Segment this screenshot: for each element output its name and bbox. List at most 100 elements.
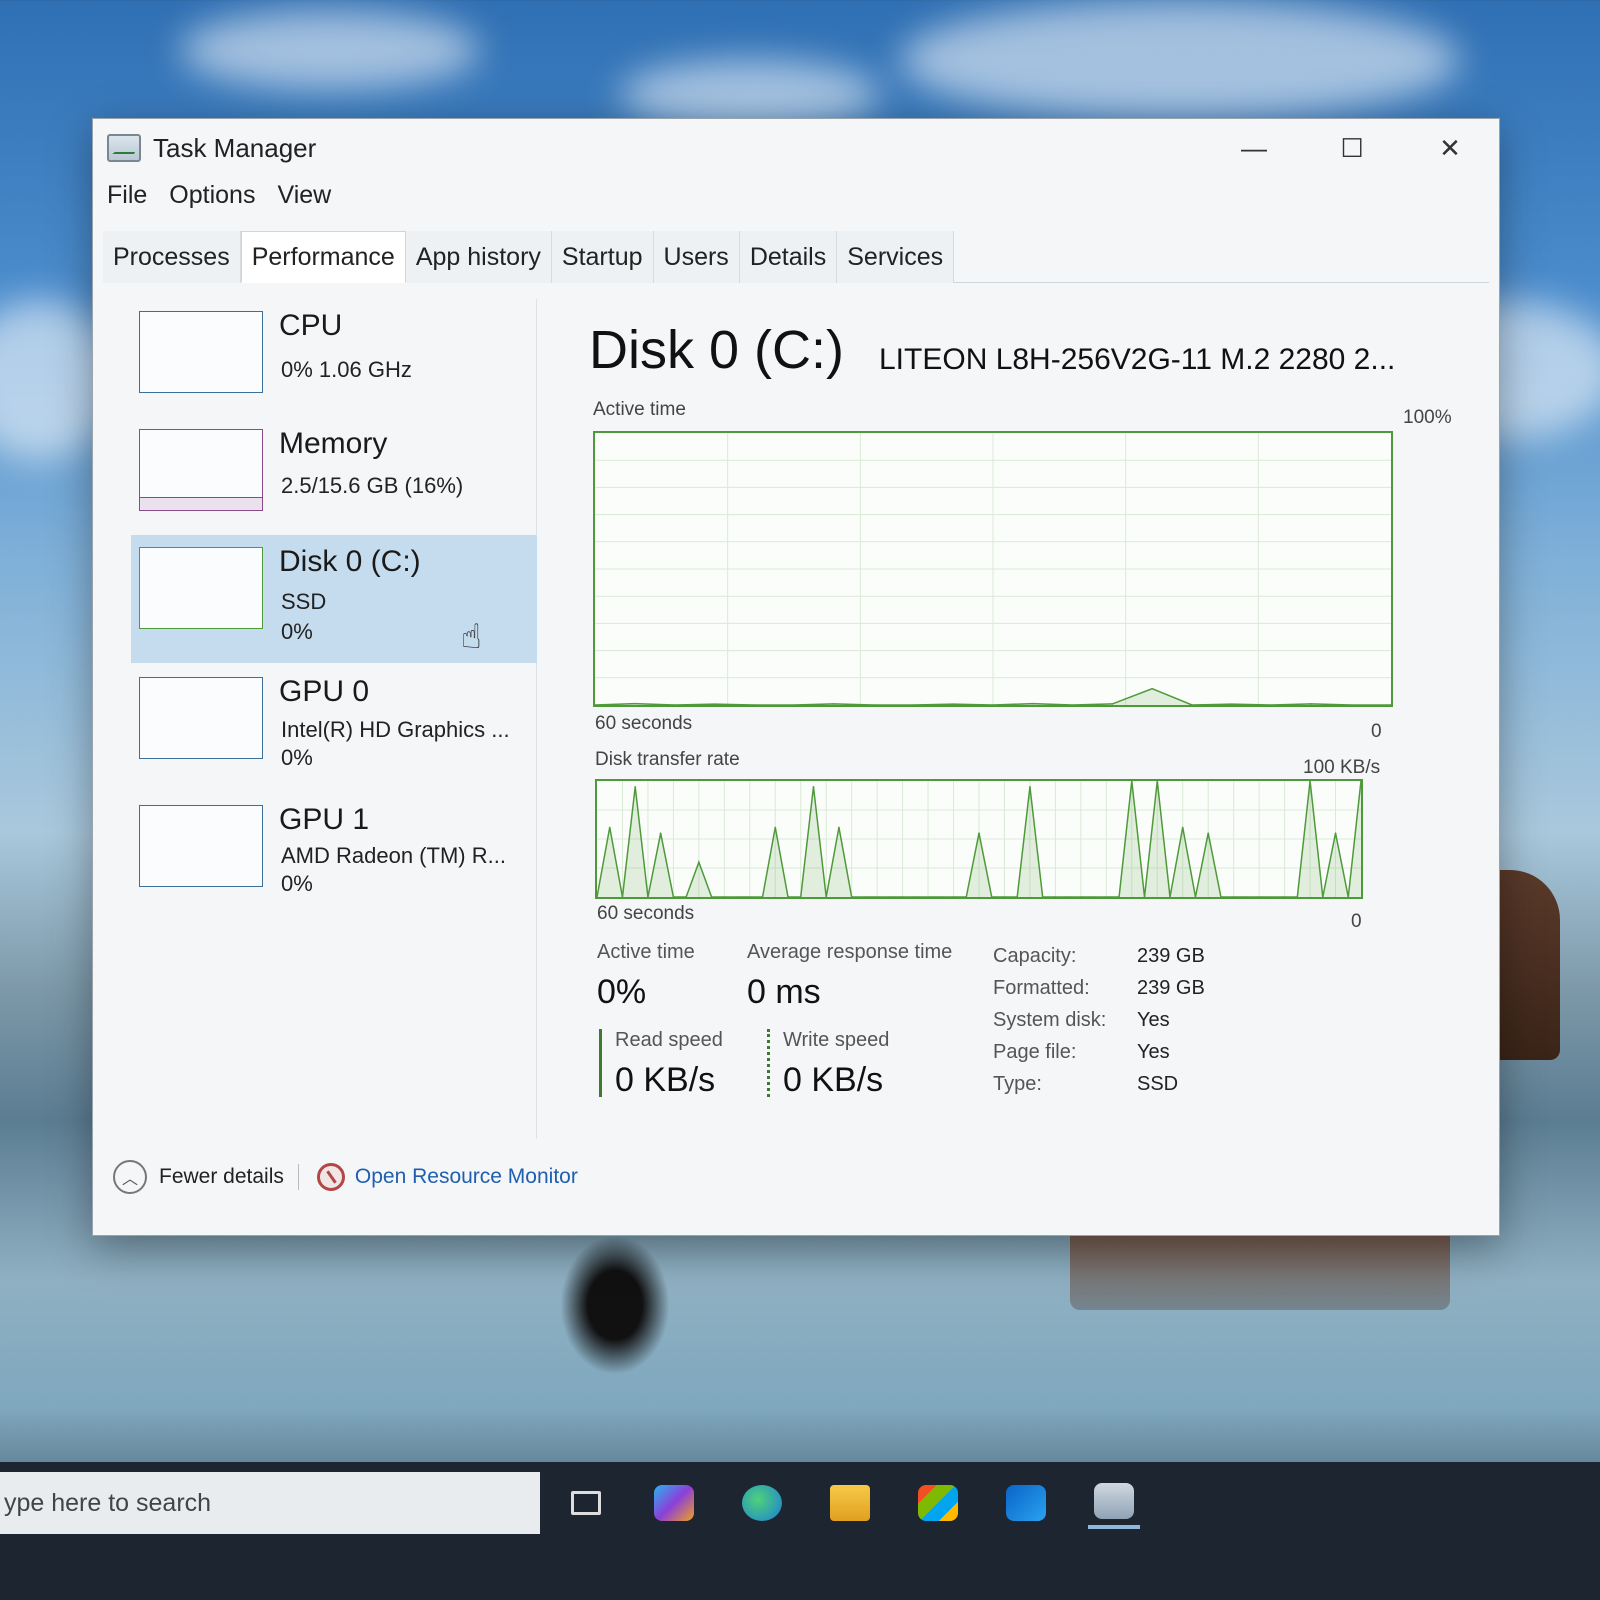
data-point <box>1231 703 1233 705</box>
transfer-rate-chart-max: 100 KB/s <box>1303 757 1381 778</box>
active-time-stat-label: Active time <box>597 941 695 963</box>
fewer-details-link[interactable]: Fewer details <box>159 1165 284 1189</box>
store-icon[interactable] <box>912 1477 964 1529</box>
maximize-button[interactable]: ☐ <box>1303 119 1401 177</box>
search-placeholder: ype here to search <box>4 1488 212 1517</box>
task-manager-icon <box>107 134 141 162</box>
formatted-key: Formatted: <box>993 977 1090 999</box>
tab-users[interactable]: Users <box>653 231 740 283</box>
sidebar-item-label: GPU 0 <box>279 675 370 708</box>
disk-detail-panel: Disk 0 (C:) LITEON L8H-256V2G-11 M.2 228… <box>563 299 1483 1179</box>
sidebar-item-memory[interactable]: Memory 2.5/15.6 GB (16%) <box>131 417 537 545</box>
task-manager-icon[interactable] <box>1088 1477 1140 1529</box>
taskbar-search-box[interactable]: ype here to search <box>0 1472 540 1534</box>
disk-mini-graph <box>139 547 263 629</box>
cpu-mini-graph <box>139 311 263 393</box>
sidebar-item-detail: Intel(R) HD Graphics ... <box>281 717 510 742</box>
hand-cursor-icon: ☝ <box>461 618 482 656</box>
sidebar-item-label: Disk 0 (C:) <box>279 545 421 578</box>
close-button[interactable]: ✕ <box>1401 119 1499 177</box>
resource-monitor-icon[interactable] <box>316 1163 345 1191</box>
tab-strip: Processes Performance App history Startu… <box>103 231 1489 283</box>
read-speed-value: 0 KB/s <box>615 1061 716 1099</box>
window-title: Task Manager <box>153 132 317 163</box>
tab-performance[interactable]: Performance <box>240 231 406 283</box>
copilot-icon[interactable] <box>648 1477 700 1529</box>
data-point <box>1151 687 1153 690</box>
data-point <box>1029 786 1031 788</box>
title-bar: Task Manager — ☐ ✕ <box>93 119 1499 177</box>
chevron-up-icon[interactable]: ︿ <box>113 1160 147 1194</box>
tab-services[interactable]: Services <box>837 231 955 283</box>
minimize-button[interactable]: — <box>1205 119 1303 177</box>
active-time-chart-min: 0 <box>1371 721 1382 742</box>
tab-processes[interactable]: Processes <box>103 231 241 283</box>
menu-view[interactable]: View <box>277 181 331 221</box>
data-point <box>838 826 840 829</box>
data-point <box>1032 702 1034 705</box>
tab-app-history[interactable]: App history <box>405 231 552 283</box>
data-point <box>774 826 777 829</box>
footer-bar: ︿ Fewer details Open Resource Monitor <box>113 1155 578 1199</box>
read-speed-legend-line <box>599 1029 602 1097</box>
sidebar-item-disk[interactable]: Disk 0 (C:) SSD 0% ☝ <box>131 535 537 663</box>
data-point <box>659 832 662 834</box>
outlook-icon[interactable] <box>1000 1477 1052 1529</box>
write-speed-legend-line <box>767 1029 770 1097</box>
data-point <box>1334 832 1337 834</box>
taskbar-icons <box>560 1472 1140 1534</box>
formatted-value: 239 GB <box>1137 977 1205 999</box>
sidebar-item-label: Memory <box>279 427 388 460</box>
menu-options[interactable]: Options <box>169 181 255 221</box>
active-time-chart-max: 100% <box>1403 407 1452 428</box>
performance-sidebar: CPU 0% 1.06 GHz Memory 2.5/15.6 GB (16%)… <box>125 299 537 1139</box>
gpu0-mini-graph <box>139 677 263 759</box>
tab-startup[interactable]: Startup <box>551 231 654 283</box>
task-manager-window: Task Manager — ☐ ✕ File Options View Pro… <box>92 118 1500 1236</box>
edge-icon[interactable] <box>736 1477 788 1529</box>
sidebar-item-gpu1[interactable]: GPU 1 AMD Radeon (TM) R... 0% <box>131 793 537 921</box>
data-point <box>1310 703 1313 705</box>
memory-mini-graph <box>139 429 263 511</box>
page-file-value: Yes <box>1137 1041 1170 1063</box>
gpu1-mini-graph <box>139 805 263 887</box>
disk-model: LITEON L8H-256V2G-11 M.2 2280 2... <box>879 343 1396 376</box>
data-point <box>713 703 716 705</box>
transfer-rate-chart-min: 0 <box>1351 911 1362 932</box>
data-point <box>1181 826 1184 829</box>
menu-file[interactable]: File <box>107 181 147 221</box>
menu-bar: File Options View <box>107 181 331 221</box>
sky-cloud <box>180 10 480 90</box>
write-speed-value: 0 KB/s <box>783 1061 884 1099</box>
file-explorer-icon[interactable] <box>824 1477 876 1529</box>
system-disk-value: Yes <box>1137 1009 1170 1031</box>
active-time-chart-xlabel: 60 seconds <box>595 713 693 734</box>
sidebar-item-detail: 0% 1.06 GHz <box>281 357 412 382</box>
type-key: Type: <box>993 1073 1042 1095</box>
sidebar-item-detail: 2.5/15.6 GB (16%) <box>281 473 464 498</box>
data-point <box>698 861 700 863</box>
capacity-key: Capacity: <box>993 945 1077 967</box>
sidebar-item-detail: 0% <box>281 619 313 644</box>
sidebar-item-detail: AMD Radeon (TM) R... <box>281 843 506 868</box>
sidebar-item-gpu0[interactable]: GPU 0 Intel(R) HD Graphics ... 0% <box>131 665 537 793</box>
tab-details[interactable]: Details <box>739 231 838 283</box>
sidebar-item-label: GPU 1 <box>279 803 370 836</box>
transfer-rate-chart-label: Disk transfer rate <box>595 749 740 770</box>
open-resource-monitor-link[interactable]: Open Resource Monitor <box>355 1165 578 1189</box>
sidebar-item-detail: SSD <box>281 589 327 614</box>
sky-cloud <box>900 0 1460 120</box>
active-time-chart <box>593 431 1393 707</box>
avg-response-label: Average response time <box>747 941 953 963</box>
task-view-icon[interactable] <box>560 1477 612 1529</box>
system-disk-key: System disk: <box>993 1009 1107 1031</box>
capacity-value: 239 GB <box>1137 945 1205 967</box>
data-point <box>1111 703 1114 705</box>
footer-separator <box>297 1164 299 1190</box>
active-time-stat-value: 0% <box>597 973 647 1011</box>
transfer-rate-chart <box>595 779 1363 899</box>
data-point <box>634 786 636 788</box>
taskbar: ype here to search <box>0 1462 1600 1600</box>
sidebar-item-cpu[interactable]: CPU 0% 1.06 GHz <box>131 299 537 427</box>
data-point <box>978 832 980 834</box>
